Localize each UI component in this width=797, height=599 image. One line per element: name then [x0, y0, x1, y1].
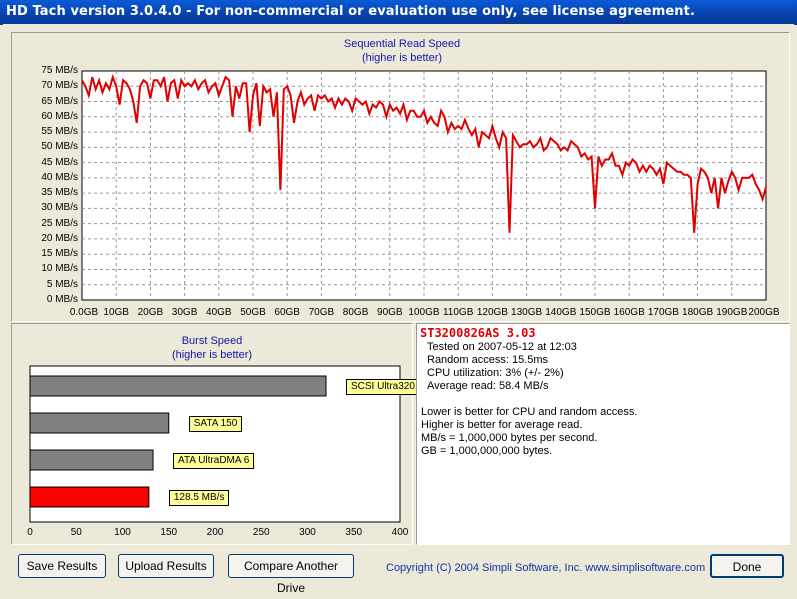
seq-x-tick-label: 120GB: [476, 307, 508, 318]
burst-x-tick-label: 350: [345, 527, 363, 538]
burst-bar-label: SCSI Ultra320: [346, 379, 420, 395]
seq-read-plot: [81, 70, 767, 301]
seq-x-tick-label: 190GB: [716, 307, 748, 318]
seq-chart-title: Sequential Read Speed: [343, 38, 461, 50]
seq-x-tick-label: 130GB: [511, 307, 543, 318]
upload-results-button[interactable]: Upload Results: [118, 554, 214, 578]
seq-y-tick-label: 45 MB/s: [41, 156, 78, 168]
burst-x-tick-label: 50: [70, 527, 82, 538]
window-client: Sequential Read Speed (higher is better)…: [3, 24, 794, 595]
tested-date: Tested on 2007-05-12 at 12:03: [427, 341, 577, 353]
seq-x-tick-label: 30GB: [171, 307, 198, 318]
save-results-button[interactable]: Save Results: [18, 554, 106, 578]
burst-x-tick-label: 150: [160, 527, 178, 538]
done-label: Done: [732, 560, 762, 574]
seq-x-tick-label: 110GB: [442, 307, 474, 318]
seq-y-tick-label: 65 MB/s: [41, 95, 78, 107]
burst-bar: [29, 486, 150, 508]
note-average: Higher is better for average read.: [421, 419, 583, 431]
seq-x-tick-label: 90GB: [377, 307, 403, 318]
title-bar: HD Tach version 3.0.4.0 - For non-commer…: [0, 0, 797, 25]
save-results-label: Save Results: [26, 559, 98, 573]
seq-y-tick-label: 75 MB/s: [41, 65, 78, 76]
burst-x-tick-label: 0: [27, 527, 33, 538]
sequential-read-panel: Sequential Read Speed (higher is better)…: [11, 32, 790, 322]
seq-y-tick-label: 40 MB/s: [41, 171, 78, 183]
compare-drive-button[interactable]: Compare Another Drive: [228, 554, 354, 595]
burst-x-tick-label: 300: [299, 527, 316, 538]
seq-x-tick-label: 100GB: [408, 307, 440, 318]
note-mbs: MB/s = 1,000,000 bytes per second.: [421, 432, 598, 444]
cpu-utilization: CPU utilization: 3% (+/- 2%): [427, 367, 564, 379]
results-info-panel: ST3200826AS 3.03 Tested on 2007-05-12 at…: [416, 323, 790, 545]
seq-y-tick-label: 50 MB/s: [41, 141, 78, 153]
burst-bar-label: 128.5 MB/s: [168, 490, 230, 506]
seq-x-tick-label: 150GB: [579, 307, 611, 318]
seq-x-tick-label: 200GB: [748, 307, 780, 318]
seq-x-tick-label: 160GB: [613, 307, 645, 318]
done-button[interactable]: Done: [710, 554, 784, 578]
seq-x-tick-label: 10GB: [103, 307, 129, 318]
seq-y-tick-label: 35 MB/s: [41, 187, 78, 199]
random-access: Random access: 15.5ms: [427, 354, 549, 366]
seq-x-tick-label: 0.0GB: [69, 307, 99, 318]
burst-plot: [29, 365, 401, 523]
seq-x-tick-label: 180GB: [682, 307, 714, 318]
upload-results-label: Upload Results: [125, 559, 207, 573]
seq-x-tick-label: 50GB: [240, 307, 266, 318]
seq-x-tick-label: 70GB: [308, 307, 335, 318]
drive-model: ST3200826AS 3.03: [420, 326, 536, 340]
seq-chart-subtitle: (higher is better): [361, 52, 443, 64]
seq-y-tick-label: 0 MB/s: [46, 294, 78, 305]
seq-x-tick-label: 40GB: [206, 307, 232, 318]
seq-y-tick-label: 15 MB/s: [41, 248, 78, 260]
burst-bar-label: SATA 150: [188, 416, 243, 432]
seq-x-tick-label: 170GB: [647, 307, 679, 318]
seq-y-tick-label: 25 MB/s: [41, 217, 78, 229]
burst-x-tick-label: 100: [114, 527, 131, 538]
seq-x-tick-label: 60GB: [274, 307, 300, 318]
seq-y-tick-label: 5 MB/s: [46, 278, 78, 290]
note-gb: GB = 1,000,000,000 bytes.: [421, 445, 553, 457]
seq-y-tick-label: 70 MB/s: [41, 80, 78, 92]
seq-y-tick-label: 60 MB/s: [41, 110, 78, 122]
average-read: Average read: 58.4 MB/s: [427, 380, 549, 392]
seq-y-tick-label: 30 MB/s: [41, 202, 78, 214]
burst-speed-panel: Burst Speed (higher is better) SCSI Ultr…: [11, 323, 420, 545]
compare-drive-label: Compare Another Drive: [243, 559, 339, 595]
burst-bar: [29, 375, 327, 397]
note-cpu: Lower is better for CPU and random acces…: [421, 406, 638, 418]
burst-x-tick-label: 200: [206, 527, 224, 538]
burst-bar-label: ATA UltraDMA 6: [173, 453, 255, 469]
window-title: HD Tach version 3.0.4.0 - For non-commer…: [6, 4, 695, 19]
seq-x-tick-label: 140GB: [545, 307, 577, 318]
seq-x-tick-label: 20GB: [137, 307, 164, 318]
burst-x-tick-label: 250: [252, 527, 270, 538]
copyright-text: Copyright (C) 2004 Simpli Software, Inc.…: [386, 562, 706, 574]
seq-x-tick-label: 80GB: [342, 307, 369, 318]
burst-bar: [29, 412, 170, 434]
seq-y-tick-label: 20 MB/s: [41, 232, 78, 244]
seq-y-tick-label: 55 MB/s: [41, 126, 78, 138]
burst-bar: [29, 449, 154, 471]
seq-y-tick-label: 10 MB/s: [41, 263, 78, 275]
burst-x-tick-label: 400: [391, 527, 409, 538]
